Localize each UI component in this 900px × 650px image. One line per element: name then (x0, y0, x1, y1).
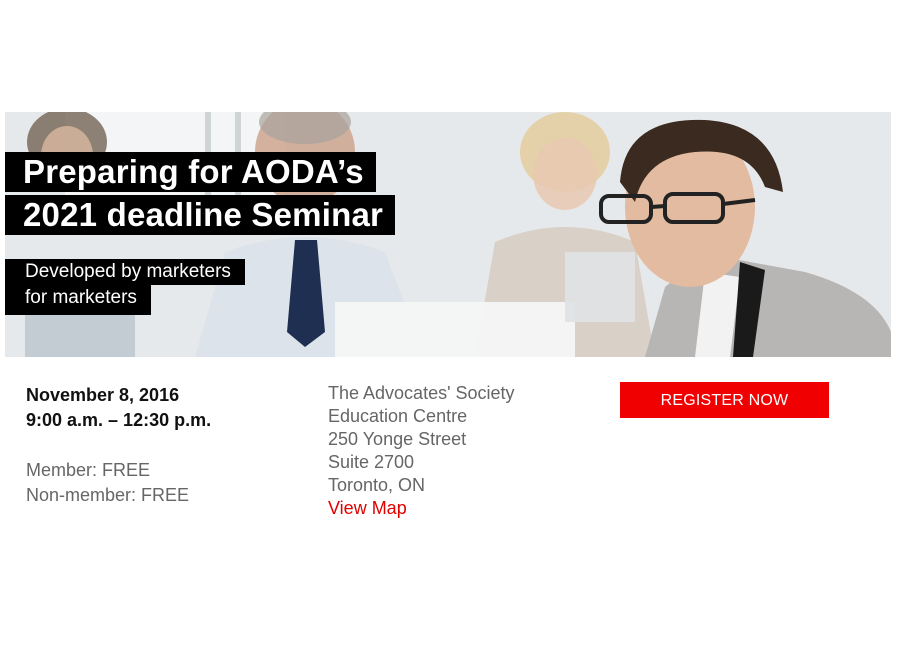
event-location: The Advocates' Society Education Centre … (328, 382, 515, 520)
street-address: 250 Yonge Street (328, 429, 467, 449)
venue-subname: Education Centre (328, 406, 468, 426)
register-now-button[interactable]: REGISTER NOW (620, 382, 829, 418)
hero-banner: Preparing for AODA’s 2021 deadline Semin… (5, 112, 891, 357)
event-details: November 8, 2016 9:00 a.m. – 12:30 p.m. … (26, 383, 211, 508)
subheadline-line-1: Developed by marketers (5, 259, 245, 285)
suite: Suite 2700 (328, 452, 415, 472)
city: Toronto, ON (328, 475, 426, 495)
headline-line-1: Preparing for AODA’s (5, 152, 376, 192)
venue-name: The Advocates' Society (328, 383, 515, 403)
member-price: Member: FREE (26, 460, 151, 480)
view-map-link[interactable]: View Map (328, 497, 515, 520)
headline-line-2: 2021 deadline Seminar (5, 195, 396, 235)
nonmember-price: Non-member: FREE (26, 485, 190, 505)
event-date: November 8, 2016 (26, 385, 180, 405)
event-time: 9:00 a.m. – 12:30 p.m. (26, 410, 212, 430)
subheadline-line-2: for marketers (5, 285, 151, 315)
